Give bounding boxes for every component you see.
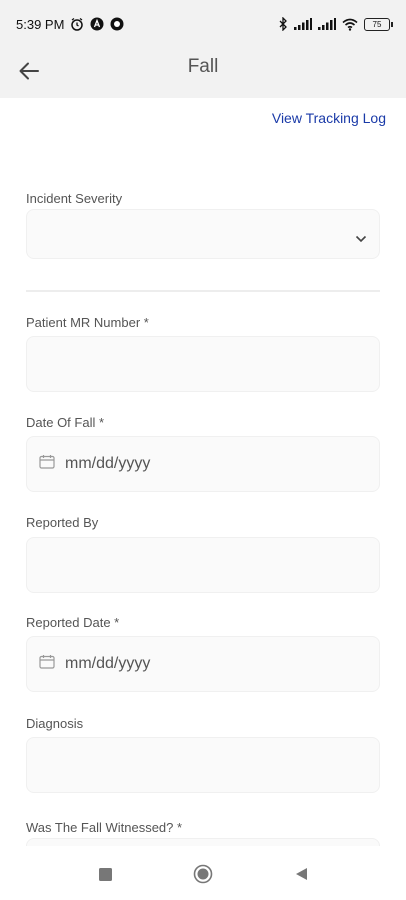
app-bar: Fall: [0, 48, 406, 98]
fall-witnessed-label: Was The Fall Witnessed? *: [26, 820, 183, 835]
signal-icon: [294, 18, 312, 30]
system-nav-bar: [0, 848, 406, 900]
system-back-button[interactable]: [287, 860, 315, 888]
patient-mr-input[interactable]: [26, 336, 380, 392]
home-button[interactable]: [189, 860, 217, 888]
alarm-icon: [70, 17, 84, 31]
incident-severity-label: Incident Severity: [26, 191, 123, 206]
reported-by-input[interactable]: [26, 537, 380, 593]
section-divider: [26, 290, 380, 292]
recent-apps-button[interactable]: [91, 860, 119, 888]
view-tracking-log-link[interactable]: View Tracking Log: [272, 110, 386, 126]
page-title: Fall: [187, 56, 219, 77]
home-icon: [193, 864, 213, 884]
reported-date-placeholder: mm/dd/yyyy: [65, 655, 151, 672]
status-left: 5:39 PM: [16, 17, 124, 32]
status-bar: 5:39 PM 75: [0, 0, 406, 48]
diagnosis-input[interactable]: [26, 737, 380, 793]
wifi-icon: [342, 18, 358, 31]
calendar-icon: [39, 454, 55, 474]
reported-date-label: Reported Date *: [26, 615, 120, 630]
notification-a-icon: [90, 17, 104, 31]
battery-icon: 75: [364, 17, 393, 31]
recent-apps-icon: [98, 867, 112, 881]
notification-o-icon: [110, 17, 124, 31]
incident-severity-select[interactable]: [26, 209, 380, 259]
calendar-icon: [39, 654, 55, 674]
status-time: 5:39 PM: [16, 16, 65, 32]
date-of-fall-label: Date Of Fall *: [26, 415, 105, 430]
bluetooth-icon: [278, 17, 288, 31]
diagnosis-label: Diagnosis: [26, 716, 84, 731]
battery-level: 75: [372, 19, 382, 29]
back-triangle-icon: [295, 868, 307, 880]
reported-by-label: Reported By: [26, 515, 99, 530]
patient-mr-label: Patient MR Number *: [26, 315, 149, 330]
date-of-fall-placeholder: mm/dd/yyyy: [65, 455, 151, 472]
signal-icon: [318, 18, 336, 30]
status-right: 75: [278, 17, 393, 31]
fall-witnessed-field[interactable]: [26, 838, 380, 846]
chevron-down-icon: [355, 230, 367, 248]
date-of-fall-input[interactable]: mm/dd/yyyy: [26, 436, 380, 492]
reported-date-input[interactable]: mm/dd/yyyy: [26, 636, 380, 692]
